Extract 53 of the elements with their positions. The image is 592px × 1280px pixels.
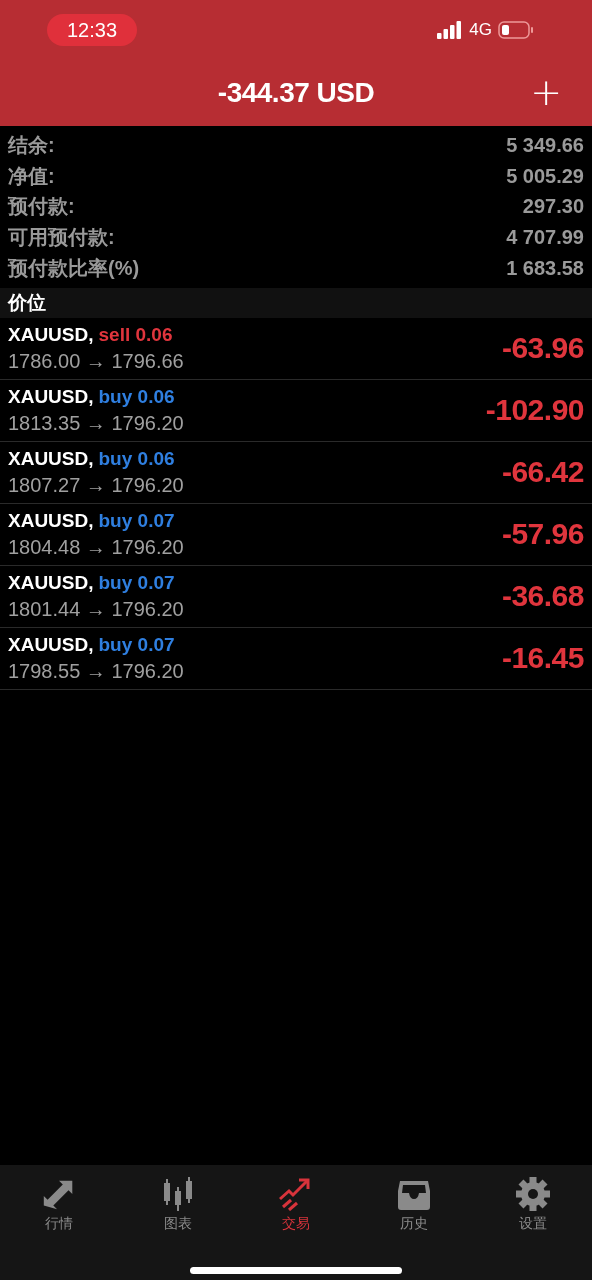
price-range: 1807.27 → 1796.20 — [8, 474, 184, 497]
position-row[interactable]: XAUUSD, buy 0.07 1801.44 → 1796.20 -36.68 — [0, 566, 592, 628]
tab[interactable]: 交易 — [236, 1173, 356, 1253]
tab[interactable]: 历史 — [355, 1173, 474, 1253]
section-header: 价位 — [0, 288, 592, 318]
profit-value: -102.90 — [485, 393, 584, 428]
symbol-label: XAUUSD, — [8, 634, 94, 656]
battery-icon — [498, 21, 534, 39]
profit-value: -16.45 — [501, 641, 584, 676]
symbol-label: XAUUSD, — [8, 448, 94, 470]
summary-value: 1 683.58 — [506, 257, 584, 281]
network-label: 4G — [469, 20, 492, 40]
price-range: 1801.44 → 1796.20 — [8, 598, 184, 621]
order-label: buy 0.07 — [98, 510, 175, 532]
order-label: buy 0.07 — [98, 572, 175, 594]
symbol-label: XAUUSD, — [8, 572, 94, 594]
symbol-label: XAUUSD, — [8, 510, 94, 532]
summary-label: 结余: — [8, 132, 55, 158]
status-time: 12:33 — [47, 14, 137, 46]
price-range: 1798.55 → 1796.20 — [8, 660, 184, 683]
summary-value: 4 707.99 — [506, 226, 584, 250]
symbol-label: XAUUSD, — [8, 324, 94, 346]
summary-value: 5 005.29 — [506, 164, 584, 188]
summary-label: 预付款: — [8, 194, 75, 220]
tab[interactable]: 行情 — [0, 1173, 119, 1253]
position-row[interactable]: XAUUSD, sell 0.06 1786.00 → 1796.66 -63.96 — [0, 318, 592, 380]
symbol-label: XAUUSD, — [8, 386, 94, 408]
signal-icon — [437, 21, 464, 39]
tab[interactable]: 设置 — [473, 1173, 592, 1253]
profit-value: -36.68 — [501, 579, 584, 614]
profit-value: -63.96 — [501, 331, 584, 366]
tab[interactable]: 图表 — [118, 1173, 237, 1253]
position-row[interactable]: XAUUSD, buy 0.07 1798.55 → 1796.20 -16.45 — [0, 628, 592, 690]
summary-label: 净值: — [8, 163, 55, 189]
position-row[interactable]: XAUUSD, buy 0.06 1807.27 → 1796.20 -66.42 — [0, 442, 592, 504]
summary-value: 297.30 — [522, 195, 584, 219]
summary-label: 预付款比率(%) — [8, 256, 140, 282]
profit-value: -57.96 — [501, 517, 584, 552]
price-range: 1786.00 → 1796.66 — [8, 350, 184, 373]
price-range: 1813.35 → 1796.20 — [8, 412, 184, 435]
price-range: 1804.48 → 1796.20 — [8, 536, 184, 559]
order-label: buy 0.07 — [98, 634, 175, 656]
order-label: buy 0.06 — [98, 386, 175, 408]
summary-value: 5 349.66 — [506, 133, 584, 157]
position-row[interactable]: XAUUSD, buy 0.07 1804.48 → 1796.20 -57.96 — [0, 504, 592, 566]
profit-value: -66.42 — [501, 455, 584, 490]
order-label: sell 0.06 — [98, 324, 173, 346]
position-row[interactable]: XAUUSD, buy 0.06 1813.35 → 1796.20 -102.90 — [0, 380, 592, 442]
profit-total: -344.37 USD — [217, 77, 375, 109]
add-button[interactable]: + — [524, 70, 568, 114]
settings-icon — [513, 1177, 552, 1211]
summary-label: 可用预付款: — [8, 225, 115, 251]
order-label: buy 0.06 — [98, 448, 175, 470]
